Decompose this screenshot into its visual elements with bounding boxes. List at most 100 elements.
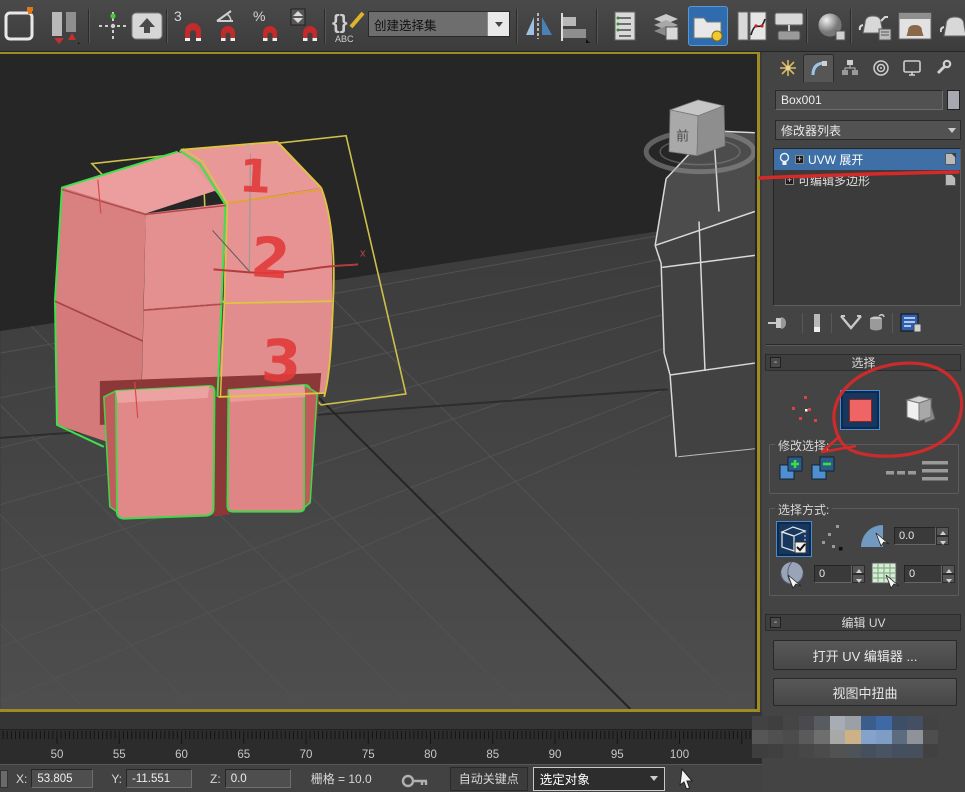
- tab-create[interactable]: [772, 54, 803, 82]
- vertex-sub-object-button[interactable]: [786, 390, 826, 430]
- tab-motion[interactable]: [865, 54, 896, 82]
- configure-modifier-sets-icon[interactable]: [899, 312, 923, 334]
- timeline-tick-label: 70: [300, 749, 313, 761]
- object-name-field[interactable]: Box001: [775, 90, 943, 110]
- annotation-step-3: 3: [260, 326, 303, 395]
- dropdown-arrow-icon[interactable]: [487, 12, 509, 36]
- curve-editor-icon[interactable]: [732, 6, 770, 46]
- select-by-material-id-icon[interactable]: [870, 559, 902, 591]
- modifier-list-dropdown[interactable]: 修改器列表: [775, 120, 961, 140]
- object-color-swatch[interactable]: [947, 90, 960, 110]
- tab-hierarchy[interactable]: [834, 54, 865, 82]
- spinner-snap-toggle-icon[interactable]: [288, 6, 326, 46]
- pin-stack-icon[interactable]: [766, 313, 796, 333]
- mirror-icon[interactable]: [520, 6, 558, 46]
- z-coord-field[interactable]: 0.0: [225, 769, 291, 788]
- perspective-viewport[interactable]: z x 前 1 2 3: [0, 52, 760, 712]
- mosaic-cell: [830, 744, 846, 758]
- timeline-tick-label: 75: [362, 749, 375, 761]
- polygon-sub-object-button-active[interactable]: [840, 390, 880, 430]
- expand-plus-icon[interactable]: +: [795, 155, 804, 164]
- planar-angle-icon[interactable]: [858, 521, 890, 553]
- named-selection-sets-icon[interactable]: {} ABC: [330, 6, 368, 46]
- make-unique-icon[interactable]: [838, 312, 866, 334]
- shrink-selection-icon[interactable]: [810, 455, 838, 485]
- listener-mini-icon[interactable]: [0, 770, 8, 788]
- mosaic-cell: [814, 744, 830, 758]
- material-id-spinner[interactable]: 0: [904, 565, 955, 583]
- collapse-icon[interactable]: -: [770, 357, 781, 368]
- selection-filter-value: 选定对象: [534, 769, 650, 788]
- mosaic-cell: [814, 716, 830, 730]
- modifier-stack-row-label: 可编辑多边形: [798, 172, 870, 189]
- selection-filter-dropdown[interactable]: 选定对象: [533, 767, 665, 791]
- scene-explorer-toggle-icon[interactable]: [688, 6, 728, 46]
- svg-text:{}: {}: [332, 12, 348, 34]
- ribbon-toggle-icon[interactable]: [648, 6, 686, 46]
- spinner-up-icon[interactable]: [942, 565, 955, 574]
- z-coord-label: Z:: [210, 772, 221, 786]
- grow-selection-icon[interactable]: [778, 455, 806, 485]
- use-center-button-icon[interactable]: [128, 6, 166, 46]
- collapse-icon[interactable]: -: [770, 617, 781, 628]
- spinner-up-icon[interactable]: [936, 527, 949, 536]
- annotation-step-1: 1: [238, 148, 273, 204]
- tab-display[interactable]: [896, 54, 927, 82]
- align-icon[interactable]: [556, 6, 594, 46]
- modifier-stack-row-uvw-unwrap[interactable]: + UVW 展开: [774, 149, 960, 170]
- tweak-in-view-button[interactable]: 视图中扭曲: [773, 678, 957, 706]
- rendered-frame-window-icon[interactable]: [896, 6, 934, 46]
- mosaic-cell: [923, 744, 939, 758]
- set-key-icon[interactable]: [400, 769, 430, 789]
- open-uv-editor-button[interactable]: 打开 UV 编辑器 ...: [773, 640, 957, 670]
- y-coord-field[interactable]: -11.551: [126, 769, 192, 788]
- material-editor-icon[interactable]: [812, 6, 850, 46]
- command-panel: Box001 修改器列表 + UVW 展开 + 可编辑多边形: [762, 52, 965, 792]
- element-sub-object-button[interactable]: [902, 390, 942, 430]
- mosaic-cell: [907, 730, 923, 744]
- visibility-lightbulb-icon[interactable]: [778, 152, 791, 167]
- spinner-down-icon[interactable]: [936, 536, 949, 545]
- snap-pivot-crosshair-icon[interactable]: [94, 6, 132, 46]
- angle-snap-toggle-icon[interactable]: [212, 6, 250, 46]
- remove-modifier-icon[interactable]: [866, 312, 886, 334]
- timeline-tick-label: 50: [51, 749, 64, 761]
- select-by-smoothing-group-icon[interactable]: [778, 559, 810, 591]
- rollout-edit-uv-header[interactable]: - 编辑 UV: [765, 614, 961, 631]
- modifier-stack-row-editable-poly[interactable]: + 可编辑多边形: [774, 170, 960, 191]
- point-to-point-icon[interactable]: [818, 523, 844, 553]
- mosaic-cell: [907, 744, 923, 758]
- mosaic-cell: [752, 730, 768, 744]
- toolbar-separator: [516, 9, 518, 43]
- modifier-stack-toolbar: [766, 310, 962, 336]
- main-toolbar: 3 % {} ABC 创建选择集: [0, 0, 965, 52]
- watermark-mosaic: [752, 716, 938, 758]
- rollout-selection-header[interactable]: - 选择: [765, 354, 961, 371]
- render-setup-icon[interactable]: [856, 6, 894, 46]
- auto-key-button[interactable]: 自动关键点: [450, 767, 528, 791]
- tab-utilities[interactable]: [927, 54, 958, 82]
- ignore-backfacing-button-active[interactable]: [776, 521, 812, 557]
- window-crossing-toggle-icon[interactable]: [46, 6, 84, 46]
- tab-modify[interactable]: [803, 54, 834, 82]
- smoothing-group-spinner[interactable]: 0: [814, 565, 865, 583]
- timeline-ruler[interactable]: 50556065707580859095100: [0, 730, 762, 764]
- ring-selection-icon[interactable]: [886, 467, 916, 479]
- render-production-icon[interactable]: [936, 6, 965, 46]
- snap-toggle-3d-icon[interactable]: 3: [172, 6, 210, 46]
- schematic-view-icon[interactable]: [770, 6, 808, 46]
- spinner-down-icon[interactable]: [852, 574, 865, 583]
- loop-selection-icon[interactable]: [922, 459, 948, 483]
- track-bar[interactable]: [0, 712, 762, 730]
- new-window-plus-icon[interactable]: [2, 6, 40, 46]
- layer-manager-icon[interactable]: [608, 6, 646, 46]
- expand-plus-icon[interactable]: +: [785, 176, 794, 185]
- selection-set-dropdown[interactable]: 创建选择集: [368, 11, 510, 37]
- abc-glyph: ABC: [335, 34, 354, 44]
- spinner-down-icon[interactable]: [942, 574, 955, 583]
- planar-angle-spinner[interactable]: 0.0: [894, 527, 949, 545]
- show-end-result-icon[interactable]: [809, 312, 825, 334]
- x-coord-field[interactable]: 53.805: [31, 769, 93, 788]
- spinner-up-icon[interactable]: [852, 565, 865, 574]
- percent-snap-toggle-icon[interactable]: %: [250, 6, 288, 46]
